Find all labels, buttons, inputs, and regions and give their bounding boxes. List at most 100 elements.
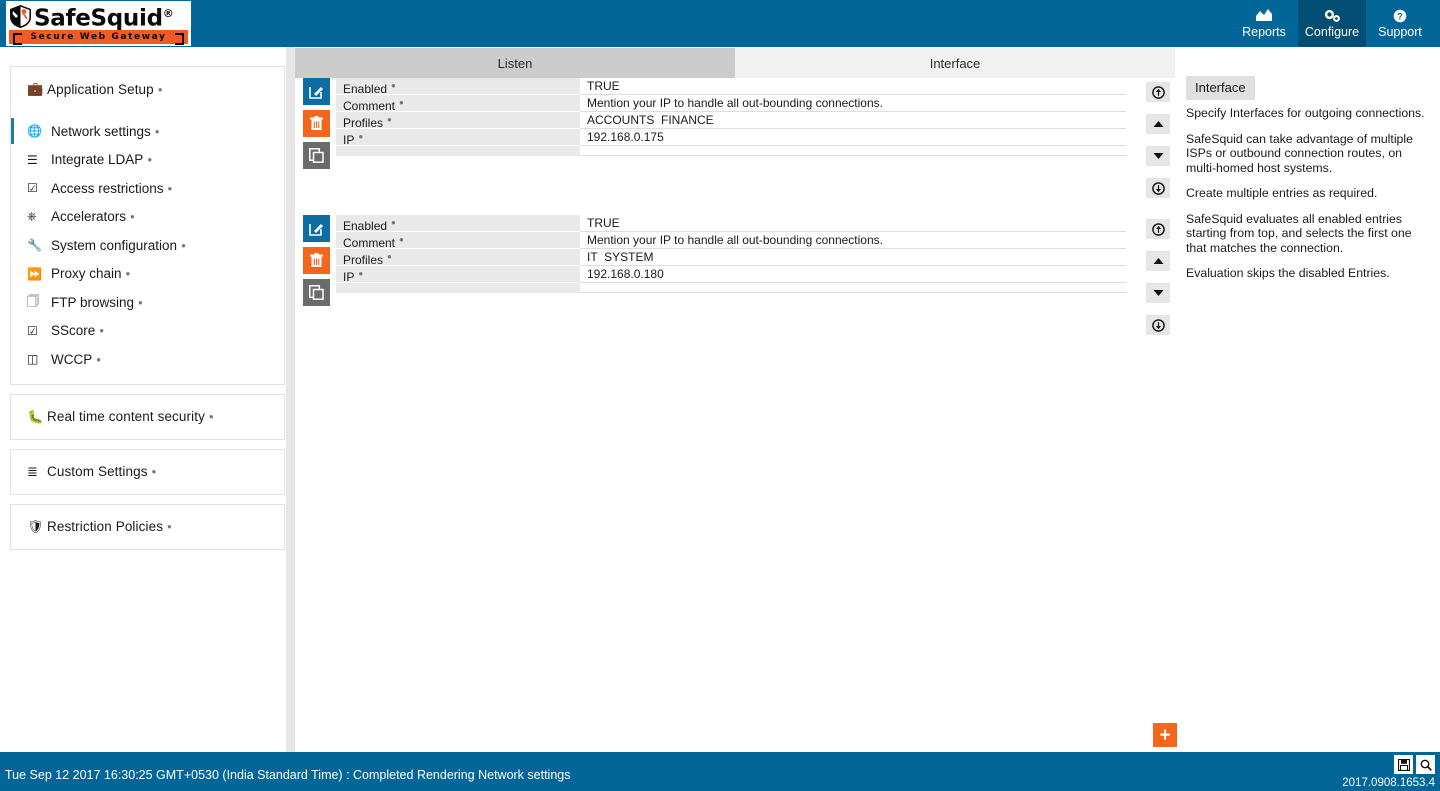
help-marker-icon[interactable]: ● (209, 412, 214, 421)
field-label-enabled: Enabled ● (336, 215, 580, 233)
insert-below-button[interactable] (1146, 315, 1170, 335)
brand-tagline: Secure Web Gateway (30, 32, 167, 42)
field-value-comment[interactable]: Mention your IP to handle all out-boundi… (580, 232, 1126, 249)
checkbox-icon: ☑ (27, 181, 38, 196)
help-marker-icon[interactable]: ● (391, 78, 396, 94)
field-value-comment[interactable]: Mention your IP to handle all out-boundi… (580, 95, 1126, 112)
tab-label-interface: Interface (929, 55, 981, 71)
status-bar: Tue Sep 12 2017 16:30:25 GMT+0530 (India… (0, 752, 1440, 791)
field-value-enabled[interactable]: TRUE (580, 78, 1126, 95)
field-value-enabled[interactable]: TRUE (580, 215, 1126, 232)
help-marker-icon[interactable]: ● (96, 355, 101, 364)
help-marker-icon[interactable]: ● (399, 95, 404, 111)
save-button[interactable] (1394, 755, 1413, 774)
sidebar-item-network-settings[interactable]: 🌐 Network settings ● (11, 117, 284, 146)
help-marker-icon[interactable]: ● (358, 266, 363, 282)
insert-above-button[interactable] (1146, 219, 1170, 239)
help-marker-icon[interactable]: ● (147, 155, 152, 164)
field-value-profiles[interactable]: IT SYSTEM (580, 249, 1126, 266)
sidebar-item-proxy-chain[interactable]: ⏩ Proxy chain ● (11, 260, 284, 289)
help-marker-icon[interactable]: ● (168, 184, 173, 193)
nav-item-support[interactable]: ? Support (1366, 0, 1434, 47)
help-marker-icon[interactable]: ● (126, 269, 131, 278)
sidebar-header-label-application-setup: Application Setup (47, 81, 154, 97)
copy-icon: 🗍 (27, 293, 39, 308)
field-row-enabled: Enabled ● TRUE (336, 215, 1126, 233)
help-paragraph: SafeSquid can take advantage of multiple… (1186, 131, 1413, 175)
delete-record-button[interactable] (303, 110, 330, 137)
sidebar-header-real-time-content-security[interactable]: 🐛 Real time content security ● (11, 395, 284, 439)
brand-logo[interactable]: SafeSquid® Secure Web Gateway (6, 1, 191, 46)
help-marker-icon[interactable]: ● (387, 249, 392, 265)
sidebar-item-integrate-ldap[interactable]: ☰ Integrate LDAP ● (11, 146, 284, 175)
nav-item-configure[interactable]: Configure (1298, 0, 1366, 47)
status-message: Tue Sep 12 2017 16:30:25 GMT+0530 (India… (5, 768, 571, 782)
brand-tagline-bar: Secure Web Gateway (9, 30, 188, 45)
nav-label-reports: Reports (1242, 25, 1286, 39)
nav-label-support: Support (1378, 25, 1422, 39)
search-button[interactable] (1416, 755, 1435, 774)
forward-icon: ⏩ (27, 266, 42, 281)
move-up-button[interactable] (1146, 114, 1170, 134)
sidebar-item-wccp[interactable]: ◫ WCCP ● (11, 345, 284, 374)
field-label-ip: IP ● (336, 129, 580, 147)
help-marker-icon[interactable]: ● (358, 129, 363, 145)
add-record-button[interactable]: + (1153, 723, 1177, 747)
sidebar-header-application-setup[interactable]: 💼 Application Setup ● (11, 67, 284, 111)
sidebar-item-accelerators[interactable]: ⎈ Accelerators ● (11, 203, 284, 232)
help-paragraph: Create multiple entries as required. (1186, 186, 1378, 200)
help-marker-icon[interactable]: ● (138, 298, 143, 307)
field-value-profiles[interactable]: ACCOUNTS FINANCE (580, 112, 1126, 129)
field-row-profiles: Profiles ● ACCOUNTS FINANCE (336, 112, 1126, 130)
edit-record-button[interactable] (303, 215, 330, 242)
move-up-button[interactable] (1146, 251, 1170, 271)
copy-record-button[interactable] (303, 142, 330, 169)
sidebar-item-label-access-restrictions: Access restrictions (51, 180, 164, 196)
sidebar-item-access-restrictions[interactable]: ☑ Access restrictions ● (11, 174, 284, 203)
field-label-text: Enabled (343, 219, 388, 233)
help-paragraph: Evaluation skips the disabled Entries. (1186, 266, 1390, 280)
move-down-button[interactable] (1146, 146, 1170, 166)
delete-record-button[interactable] (303, 247, 330, 274)
tab-listen[interactable]: Listen (295, 48, 735, 78)
field-value-ip[interactable]: 192.168.0.180 (580, 266, 1126, 283)
field-row-ip: IP ● 192.168.0.175 (336, 129, 1126, 147)
sidebar-item-sscore[interactable]: ☑ SScore ● (11, 317, 284, 346)
tab-interface[interactable]: Interface (735, 48, 1175, 78)
field-label-text: IP (343, 270, 355, 284)
sidebar: 💼 Application Setup ● 🌐 Network settings… (10, 66, 285, 559)
edit-record-button[interactable] (303, 78, 330, 105)
sidebar-header-custom-settings[interactable]: ≣ Custom Settings ● (11, 450, 284, 494)
help-marker-icon[interactable]: ● (399, 232, 404, 248)
insert-above-button[interactable] (1146, 82, 1170, 102)
help-marker-icon[interactable]: ● (387, 112, 392, 128)
field-value-ip[interactable]: 192.168.0.175 (580, 129, 1126, 146)
nav-label-configure: Configure (1304, 25, 1360, 39)
insert-below-button[interactable] (1146, 178, 1170, 198)
help-marker-icon[interactable]: ● (130, 212, 135, 221)
field-label-ip: IP ● (336, 266, 580, 284)
record-row: Enabled ● TRUE Comment ● Mention your IP t… (295, 78, 1175, 215)
sidebar-item-system-configuration[interactable]: 🔧 System configuration ● (11, 231, 284, 260)
sidebar-header-restriction-policies[interactable]: 🛡 Restriction Policies ● (11, 505, 284, 549)
help-marker-icon[interactable]: ● (152, 467, 157, 476)
content-tabs: Listen Interface (295, 48, 1175, 78)
move-down-button[interactable] (1146, 283, 1170, 303)
help-marker-icon[interactable]: ● (181, 241, 186, 250)
help-marker-icon[interactable]: ● (99, 326, 104, 335)
record-fields: Enabled ● TRUE Comment ● Mention your IP t… (336, 215, 1126, 293)
field-label-text: Profiles (343, 116, 384, 130)
record-actions (303, 215, 330, 311)
brand-name: SafeSquid® (34, 5, 174, 32)
help-marker-icon[interactable]: ● (167, 522, 172, 531)
nav-item-reports[interactable]: Reports (1230, 0, 1298, 47)
help-marker-icon[interactable]: ● (155, 127, 160, 136)
cards-icon: ◫ (27, 352, 39, 367)
copy-record-button[interactable] (303, 279, 330, 306)
checkbox-icon: ☑ (27, 323, 38, 338)
help-marker-icon[interactable]: ● (391, 215, 396, 231)
sidebar-item-ftp-browsing[interactable]: 🗍 FTP browsing ● (11, 288, 284, 317)
sidebar-content-divider (286, 47, 295, 752)
field-label-text: Comment (343, 99, 396, 113)
help-marker-icon[interactable]: ● (158, 85, 163, 94)
